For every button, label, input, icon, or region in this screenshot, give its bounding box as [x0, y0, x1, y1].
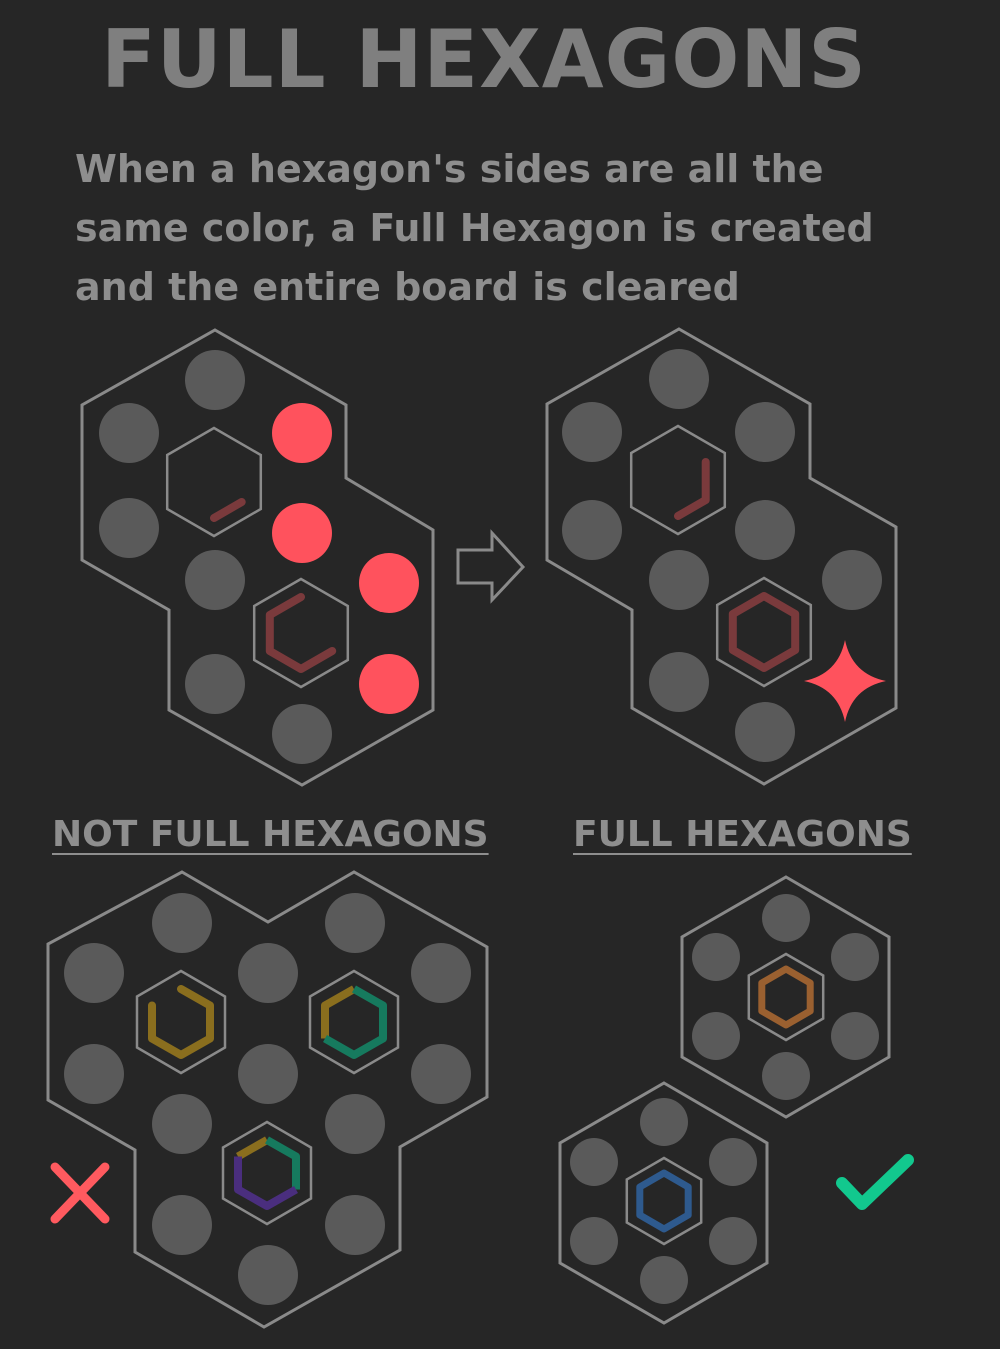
hex-cell — [629, 424, 727, 536]
slot — [692, 1012, 740, 1060]
hex-cell — [135, 969, 227, 1075]
red-piece — [359, 654, 419, 714]
sparkle-icon — [804, 640, 886, 722]
full-board-blue — [558, 1081, 769, 1325]
slot — [640, 1256, 688, 1304]
slot — [562, 500, 622, 560]
slot — [238, 1044, 298, 1104]
slot — [735, 500, 795, 560]
red-piece — [359, 553, 419, 613]
slot — [325, 1195, 385, 1255]
full-hex-cell — [625, 1156, 703, 1246]
hex-cell — [252, 577, 350, 689]
hex-cell — [308, 969, 400, 1075]
slot — [185, 654, 245, 714]
red-piece — [272, 503, 332, 563]
slot — [831, 1012, 879, 1060]
slot — [152, 1094, 212, 1154]
slot — [831, 933, 879, 981]
illustration — [46, 327, 914, 1329]
hex-cell — [221, 1120, 313, 1226]
cross-icon — [50, 1162, 110, 1224]
slot — [570, 1138, 618, 1186]
slot — [152, 1195, 212, 1255]
slot — [562, 402, 622, 462]
slot — [325, 893, 385, 953]
slot — [185, 550, 245, 610]
slot — [735, 702, 795, 762]
slot — [411, 1044, 471, 1104]
board-after — [545, 327, 898, 786]
slot — [822, 550, 882, 610]
slot — [692, 933, 740, 981]
slot — [99, 498, 159, 558]
slot — [649, 652, 709, 712]
slot — [238, 943, 298, 1003]
slot — [272, 704, 332, 764]
slot — [649, 550, 709, 610]
slot — [152, 893, 212, 953]
board-before — [80, 328, 435, 787]
full-hex-cell — [747, 952, 825, 1042]
full-hex-cell — [715, 576, 813, 688]
slot — [64, 943, 124, 1003]
hex-cell — [165, 426, 263, 538]
slot — [649, 349, 709, 409]
slot — [238, 1245, 298, 1305]
not-full-board — [46, 870, 489, 1329]
slot — [411, 943, 471, 1003]
slot — [735, 402, 795, 462]
full-board-orange — [680, 875, 891, 1119]
slot — [640, 1098, 688, 1146]
slot — [570, 1217, 618, 1265]
slot — [185, 350, 245, 410]
red-piece — [272, 403, 332, 463]
slot — [762, 1052, 810, 1100]
slot — [709, 1217, 757, 1265]
slot — [99, 403, 159, 463]
slot — [325, 1094, 385, 1154]
arrow-right-icon — [456, 529, 526, 604]
slot — [762, 894, 810, 942]
slot — [64, 1044, 124, 1104]
checkmark-icon — [836, 1154, 914, 1210]
slot — [709, 1138, 757, 1186]
